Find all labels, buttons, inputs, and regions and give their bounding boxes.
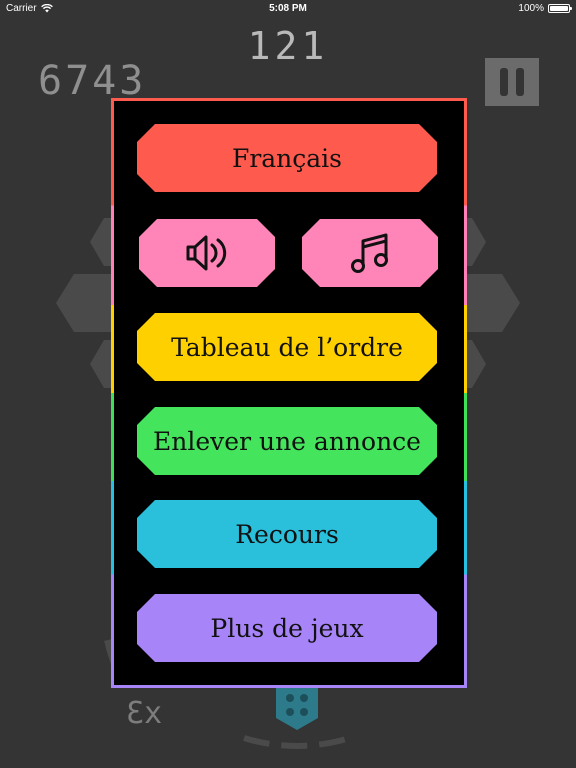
board-hexagon [464,274,520,332]
board-hexagon [56,274,112,332]
sound-toggle-button[interactable] [139,219,275,287]
board-ring-arc [243,733,357,749]
leaderboard-label: Tableau de l’ordre [171,332,403,362]
more-games-button[interactable]: Plus de jeux [137,594,437,662]
remove-ads-button[interactable]: Enlever une annonce [137,407,437,475]
remove-ads-label: Enlever une annonce [153,426,421,456]
music-toggle-button[interactable] [302,219,438,287]
speaker-icon [185,233,229,273]
restore-purchases-button[interactable]: Recours [137,500,437,568]
more-games-label: Plus de jeux [210,613,364,643]
language-label: Français [231,143,343,173]
center-piece [276,688,318,730]
settings-menu: Français Tableau de l’ordre Enlever une … [111,98,467,688]
language-button[interactable]: Français [137,124,437,192]
music-note-icon [348,231,392,275]
leaderboard-button[interactable]: Tableau de l’ordre [137,313,437,381]
multiplier-label: x3 [126,696,163,731]
restore-label: Recours [235,519,339,549]
pause-button[interactable] [485,58,539,106]
